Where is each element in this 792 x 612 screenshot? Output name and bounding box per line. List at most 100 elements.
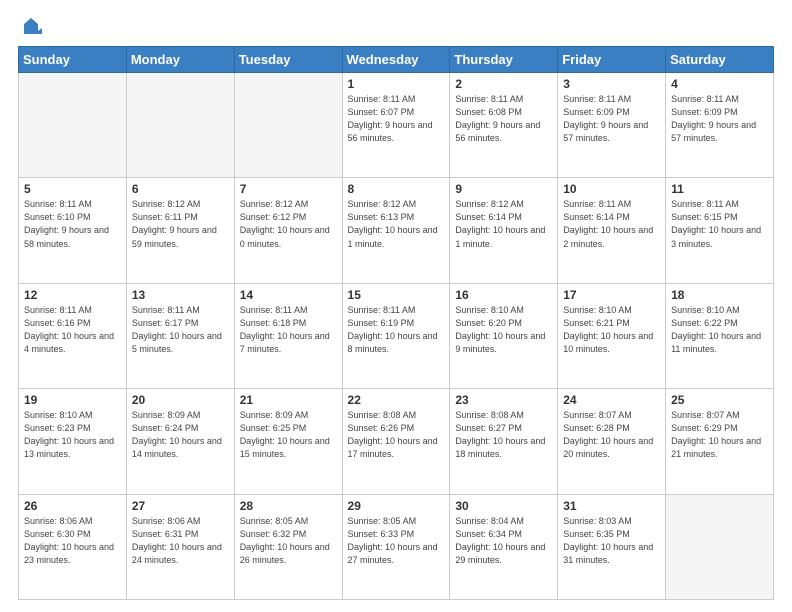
day-info: Sunrise: 8:10 AM Sunset: 6:23 PM Dayligh… (24, 409, 121, 461)
day-number: 14 (240, 288, 337, 302)
day-info: Sunrise: 8:10 AM Sunset: 6:22 PM Dayligh… (671, 304, 768, 356)
calendar-cell: 25 Sunrise: 8:07 AM Sunset: 6:29 PM Dayli… (666, 389, 774, 494)
calendar-cell: 11 Sunrise: 8:11 AM Sunset: 6:15 PM Dayli… (666, 178, 774, 283)
day-info: Sunrise: 8:11 AM Sunset: 6:07 PM Dayligh… (348, 93, 445, 145)
day-info: Sunrise: 8:12 AM Sunset: 6:13 PM Dayligh… (348, 198, 445, 250)
day-header-friday: Friday (558, 47, 666, 73)
day-header-tuesday: Tuesday (234, 47, 342, 73)
calendar-cell: 24 Sunrise: 8:07 AM Sunset: 6:28 PM Dayli… (558, 389, 666, 494)
calendar-cell: 8 Sunrise: 8:12 AM Sunset: 6:13 PM Daylig… (342, 178, 450, 283)
day-header-thursday: Thursday (450, 47, 558, 73)
day-info: Sunrise: 8:11 AM Sunset: 6:19 PM Dayligh… (348, 304, 445, 356)
day-number: 17 (563, 288, 660, 302)
day-info: Sunrise: 8:06 AM Sunset: 6:30 PM Dayligh… (24, 515, 121, 567)
day-info: Sunrise: 8:09 AM Sunset: 6:24 PM Dayligh… (132, 409, 229, 461)
calendar-cell: 29 Sunrise: 8:05 AM Sunset: 6:33 PM Dayli… (342, 494, 450, 599)
calendar-cell: 5 Sunrise: 8:11 AM Sunset: 6:10 PM Daylig… (19, 178, 127, 283)
day-info: Sunrise: 8:11 AM Sunset: 6:14 PM Dayligh… (563, 198, 660, 250)
day-info: Sunrise: 8:12 AM Sunset: 6:11 PM Dayligh… (132, 198, 229, 250)
day-info: Sunrise: 8:09 AM Sunset: 6:25 PM Dayligh… (240, 409, 337, 461)
day-number: 27 (132, 499, 229, 513)
calendar-cell: 26 Sunrise: 8:06 AM Sunset: 6:30 PM Dayli… (19, 494, 127, 599)
day-number: 7 (240, 182, 337, 196)
calendar-cell: 16Sunrise: 8:10 AM Sunset: 6:20 PM Dayli… (450, 283, 558, 388)
calendar-cell: 23Sunrise: 8:08 AM Sunset: 6:27 PM Dayli… (450, 389, 558, 494)
day-number: 10 (563, 182, 660, 196)
calendar-cell: 28Sunrise: 8:05 AM Sunset: 6:32 PM Dayli… (234, 494, 342, 599)
day-number: 28 (240, 499, 337, 513)
day-number: 3 (563, 77, 660, 91)
calendar-header-row: SundayMondayTuesdayWednesdayThursdayFrid… (19, 47, 774, 73)
day-number: 25 (671, 393, 768, 407)
day-info: Sunrise: 8:11 AM Sunset: 6:10 PM Dayligh… (24, 198, 121, 250)
day-number: 5 (24, 182, 121, 196)
calendar-cell: 1 Sunrise: 8:11 AM Sunset: 6:07 PM Daylig… (342, 73, 450, 178)
day-info: Sunrise: 8:11 AM Sunset: 6:15 PM Dayligh… (671, 198, 768, 250)
day-number: 11 (671, 182, 768, 196)
day-number: 9 (455, 182, 552, 196)
day-number: 18 (671, 288, 768, 302)
day-number: 24 (563, 393, 660, 407)
calendar-cell: 20 Sunrise: 8:09 AM Sunset: 6:24 PM Dayli… (126, 389, 234, 494)
day-info: Sunrise: 8:11 AM Sunset: 6:16 PM Dayligh… (24, 304, 121, 356)
calendar-cell (126, 73, 234, 178)
calendar-cell: 14 Sunrise: 8:11 AM Sunset: 6:18 PM Dayli… (234, 283, 342, 388)
day-info: Sunrise: 8:11 AM Sunset: 6:09 PM Dayligh… (671, 93, 768, 145)
day-number: 8 (348, 182, 445, 196)
day-number: 1 (348, 77, 445, 91)
calendar-cell: 12 Sunrise: 8:11 AM Sunset: 6:16 PM Dayli… (19, 283, 127, 388)
day-info: Sunrise: 8:12 AM Sunset: 6:12 PM Dayligh… (240, 198, 337, 250)
calendar-cell (19, 73, 127, 178)
day-info: Sunrise: 8:11 AM Sunset: 6:18 PM Dayligh… (240, 304, 337, 356)
calendar-cell: 30 Sunrise: 8:04 AM Sunset: 6:34 PM Dayli… (450, 494, 558, 599)
day-number: 30 (455, 499, 552, 513)
day-info: Sunrise: 8:10 AM Sunset: 6:20 PM Dayligh… (455, 304, 552, 356)
calendar-cell: 31 Sunrise: 8:03 AM Sunset: 6:35 PM Dayli… (558, 494, 666, 599)
day-info: Sunrise: 8:11 AM Sunset: 6:08 PM Dayligh… (455, 93, 552, 145)
day-number: 15 (348, 288, 445, 302)
day-info: Sunrise: 8:04 AM Sunset: 6:34 PM Dayligh… (455, 515, 552, 567)
logo (18, 18, 42, 36)
day-info: Sunrise: 8:03 AM Sunset: 6:35 PM Dayligh… (563, 515, 660, 567)
day-header-saturday: Saturday (666, 47, 774, 73)
calendar-week-0: 1 Sunrise: 8:11 AM Sunset: 6:07 PM Daylig… (19, 73, 774, 178)
calendar-cell: 22Sunrise: 8:08 AM Sunset: 6:26 PM Dayli… (342, 389, 450, 494)
calendar-cell: 6 Sunrise: 8:12 AM Sunset: 6:11 PM Daylig… (126, 178, 234, 283)
calendar-week-2: 12 Sunrise: 8:11 AM Sunset: 6:16 PM Dayli… (19, 283, 774, 388)
calendar-cell: 27 Sunrise: 8:06 AM Sunset: 6:31 PM Dayli… (126, 494, 234, 599)
calendar-cell: 18 Sunrise: 8:10 AM Sunset: 6:22 PM Dayli… (666, 283, 774, 388)
page: SundayMondayTuesdayWednesdayThursdayFrid… (0, 0, 792, 612)
calendar-cell (666, 494, 774, 599)
day-info: Sunrise: 8:06 AM Sunset: 6:31 PM Dayligh… (132, 515, 229, 567)
calendar-cell: 7 Sunrise: 8:12 AM Sunset: 6:12 PM Daylig… (234, 178, 342, 283)
day-number: 2 (455, 77, 552, 91)
day-number: 20 (132, 393, 229, 407)
day-info: Sunrise: 8:11 AM Sunset: 6:09 PM Dayligh… (563, 93, 660, 145)
calendar-week-1: 5 Sunrise: 8:11 AM Sunset: 6:10 PM Daylig… (19, 178, 774, 283)
day-number: 6 (132, 182, 229, 196)
day-number: 19 (24, 393, 121, 407)
day-info: Sunrise: 8:05 AM Sunset: 6:33 PM Dayligh… (348, 515, 445, 567)
calendar-week-4: 26 Sunrise: 8:06 AM Sunset: 6:30 PM Dayli… (19, 494, 774, 599)
day-number: 12 (24, 288, 121, 302)
day-number: 13 (132, 288, 229, 302)
day-header-sunday: Sunday (19, 47, 127, 73)
day-number: 4 (671, 77, 768, 91)
day-number: 26 (24, 499, 121, 513)
day-number: 31 (563, 499, 660, 513)
calendar-table: SundayMondayTuesdayWednesdayThursdayFrid… (18, 46, 774, 600)
day-number: 29 (348, 499, 445, 513)
logo-icon (20, 16, 42, 38)
day-info: Sunrise: 8:07 AM Sunset: 6:29 PM Dayligh… (671, 409, 768, 461)
calendar-cell: 17Sunrise: 8:10 AM Sunset: 6:21 PM Dayli… (558, 283, 666, 388)
day-info: Sunrise: 8:07 AM Sunset: 6:28 PM Dayligh… (563, 409, 660, 461)
calendar-cell (234, 73, 342, 178)
calendar-cell: 13Sunrise: 8:11 AM Sunset: 6:17 PM Dayli… (126, 283, 234, 388)
day-number: 21 (240, 393, 337, 407)
day-header-wednesday: Wednesday (342, 47, 450, 73)
calendar-cell: 19 Sunrise: 8:10 AM Sunset: 6:23 PM Dayli… (19, 389, 127, 494)
calendar-week-3: 19 Sunrise: 8:10 AM Sunset: 6:23 PM Dayli… (19, 389, 774, 494)
day-info: Sunrise: 8:08 AM Sunset: 6:27 PM Dayligh… (455, 409, 552, 461)
header (18, 18, 774, 36)
calendar-cell: 15 Sunrise: 8:11 AM Sunset: 6:19 PM Dayli… (342, 283, 450, 388)
